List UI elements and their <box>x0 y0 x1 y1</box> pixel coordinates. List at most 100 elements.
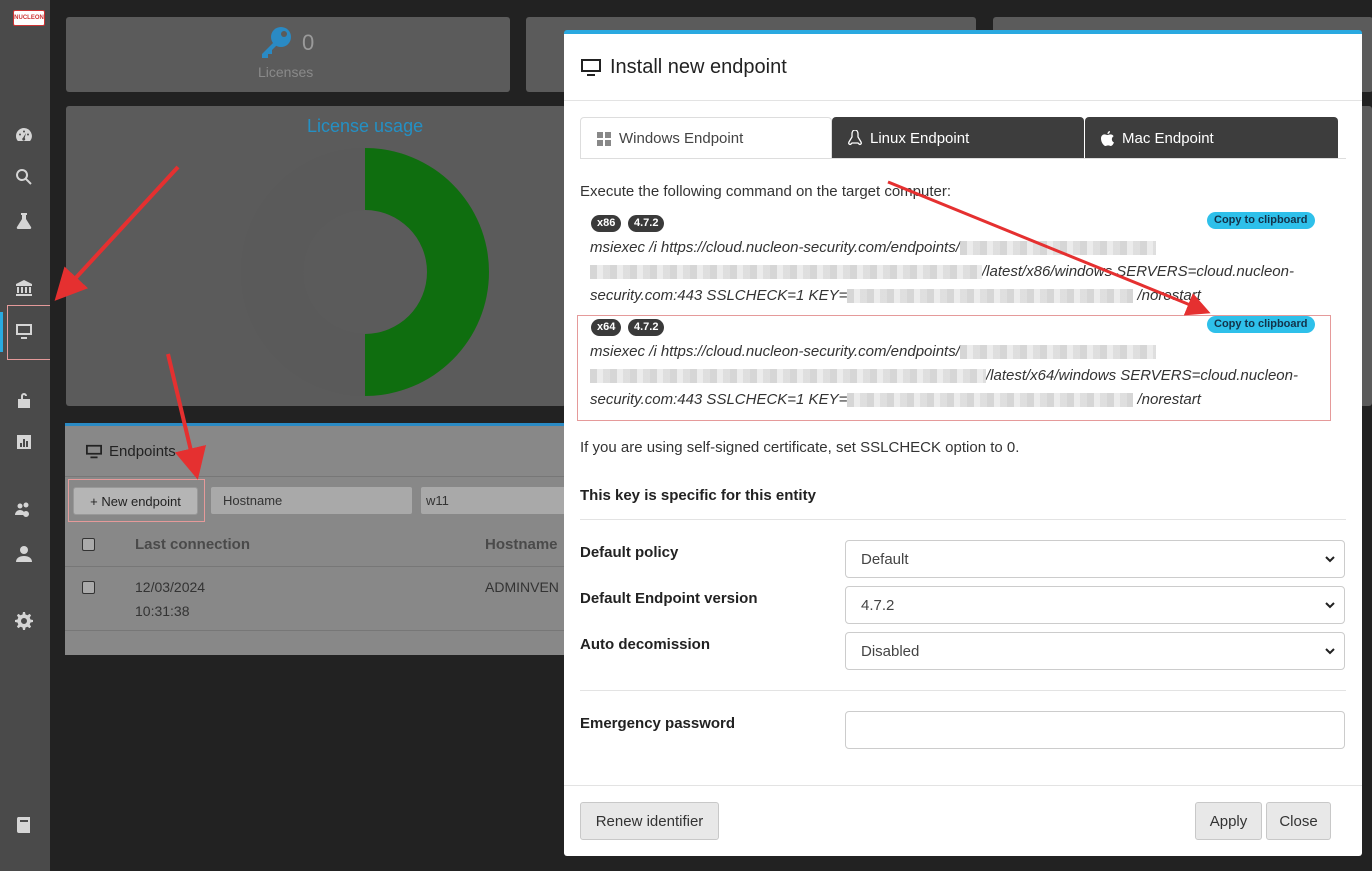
sidebar: NUCLEON <box>0 0 51 871</box>
key-note: This key is specific for this entity <box>580 487 816 504</box>
chevron-down-icon <box>1325 648 1335 655</box>
divider <box>564 785 1362 786</box>
emergency-password-label: Emergency password <box>580 715 736 732</box>
unlock-icon[interactable] <box>13 389 35 411</box>
divider <box>65 476 585 477</box>
default-policy-select[interactable]: Default <box>845 540 1345 578</box>
modal-header: Install new endpoint <box>580 56 787 79</box>
logo[interactable]: NUCLEON <box>13 10 45 26</box>
divider <box>580 690 1346 691</box>
new-endpoint-button[interactable]: + New endpoint <box>73 487 198 515</box>
license-usage-title: License usage <box>307 116 424 136</box>
chevron-down-icon <box>1325 556 1335 563</box>
divider <box>564 100 1362 101</box>
endpoints-panel: Endpoints + New endpoint Hostname w11 La… <box>65 423 585 655</box>
ssl-note: If you are using self-signed certificate… <box>580 439 1020 456</box>
chevron-down-icon <box>1325 602 1335 609</box>
redacted-text <box>590 369 986 384</box>
endpoints-header: Endpoints <box>85 443 176 460</box>
user-icon[interactable] <box>13 543 35 565</box>
tab-mac-label: Mac Endpoint <box>1122 129 1214 147</box>
flask-icon[interactable] <box>13 210 35 232</box>
donut-used-segment <box>365 148 489 396</box>
apply-button[interactable]: Apply <box>1195 802 1262 840</box>
apple-icon <box>1101 130 1114 146</box>
license-usage-card: License usage <box>66 106 566 406</box>
tab-linux-label: Linux Endpoint <box>870 129 970 147</box>
row-hostname[interactable]: ADMINVEN <box>485 579 559 595</box>
key-icon <box>262 27 291 58</box>
tab-mac[interactable]: Mac Endpoint <box>1085 117 1338 159</box>
auto-decom-select[interactable]: Disabled <box>845 632 1345 670</box>
monitor-icon <box>86 444 102 458</box>
linux-icon <box>848 130 862 146</box>
license-donut-chart <box>241 148 489 396</box>
cmd-line3: security.com:443 SSLCHECK=1 KEY= <box>590 391 848 408</box>
tab-windows-label: Windows Endpoint <box>619 130 744 147</box>
endpoint-version-value: 4.7.2 <box>861 597 895 614</box>
divider <box>65 566 585 567</box>
default-policy-value: Default <box>861 551 909 568</box>
bank-icon[interactable] <box>13 277 35 299</box>
licenses-card: 0 Licenses <box>66 17 510 92</box>
users-cog-icon[interactable] <box>13 499 35 521</box>
endpoint-version-select[interactable]: 4.7.2 <box>845 586 1345 624</box>
modal-title: Install new endpoint <box>610 56 787 78</box>
cmd-line1: msiexec /i https://cloud.nucleon-securit… <box>590 343 960 360</box>
endpoints-title: Endpoints <box>109 443 176 460</box>
copy-to-clipboard-x64[interactable]: Copy to clipboard <box>1207 316 1315 333</box>
emergency-password-input[interactable] <box>845 711 1345 749</box>
col-last-connection[interactable]: Last connection <box>135 536 250 553</box>
row-last-connection-date: 12/03/2024 <box>135 579 206 595</box>
windows-icon <box>597 131 611 146</box>
tabs-underline <box>580 158 1346 159</box>
active-indicator <box>0 312 3 352</box>
search-icon[interactable] <box>13 166 35 188</box>
select-all-checkbox[interactable] <box>82 538 95 551</box>
col-hostname[interactable]: Hostname <box>485 536 558 553</box>
command-x86[interactable]: msiexec /i https://cloud.nucleon-securit… <box>590 236 1310 308</box>
book-icon[interactable] <box>13 814 35 836</box>
cmd-line1: msiexec /i https://cloud.nucleon-securit… <box>590 239 960 256</box>
cmd-line3-end: /norestart <box>1137 391 1201 408</box>
auto-decom-label: Auto decomission <box>580 636 711 653</box>
licenses-count: 0 <box>302 30 315 55</box>
default-policy-label: Default policy <box>580 544 679 561</box>
chart-icon[interactable] <box>13 431 35 453</box>
redacted-text <box>959 241 1156 256</box>
copy-to-clipboard-x86[interactable]: Copy to clipboard <box>1207 212 1315 229</box>
licenses-label: Licenses <box>258 64 314 80</box>
redacted-text <box>590 265 982 280</box>
install-endpoint-modal: Install new endpoint Windows Endpoint Li… <box>564 30 1362 856</box>
command-x64[interactable]: msiexec /i https://cloud.nucleon-securit… <box>590 340 1310 412</box>
close-button[interactable]: Close <box>1266 802 1331 840</box>
divider <box>65 630 585 631</box>
redacted-text <box>847 289 1134 304</box>
cmd-line3: security.com:443 SSLCHECK=1 KEY= <box>590 287 848 304</box>
filter-field-select[interactable]: Hostname <box>210 486 413 515</box>
gear-icon[interactable] <box>13 610 35 632</box>
version-badge-x64: 4.7.2 <box>628 319 665 336</box>
donut-free-segment <box>241 148 365 396</box>
divider <box>580 519 1346 520</box>
row-last-connection-time: 10:31:38 <box>135 603 190 619</box>
cmd-line3-end: /norestart <box>1137 287 1201 304</box>
cmd-line2: /latest/x86/windows SERVERS=cloud.nucleo… <box>982 263 1294 280</box>
dashboard-icon[interactable] <box>13 124 35 146</box>
version-badge-x86: 4.7.2 <box>628 215 665 232</box>
redacted-text <box>959 345 1156 360</box>
row-checkbox[interactable] <box>82 581 95 594</box>
tab-linux[interactable]: Linux Endpoint <box>832 117 1084 159</box>
monitor-icon <box>581 58 601 76</box>
filter-value-input[interactable]: w11 <box>420 486 580 515</box>
tab-windows[interactable]: Windows Endpoint <box>580 117 832 159</box>
instruction-text: Execute the following command on the tar… <box>580 183 952 200</box>
redacted-text <box>847 393 1134 408</box>
arch-badge-x86: x86 <box>591 215 622 232</box>
endpoint-version-label: Default Endpoint version <box>580 590 758 607</box>
renew-identifier-button[interactable]: Renew identifier <box>580 802 719 840</box>
cmd-line2: /latest/x64/windows SERVERS=cloud.nucleo… <box>986 367 1298 384</box>
monitor-icon[interactable] <box>13 320 35 342</box>
arch-badge-x64: x64 <box>591 319 622 336</box>
logo-text: NUCLEON <box>14 15 44 21</box>
